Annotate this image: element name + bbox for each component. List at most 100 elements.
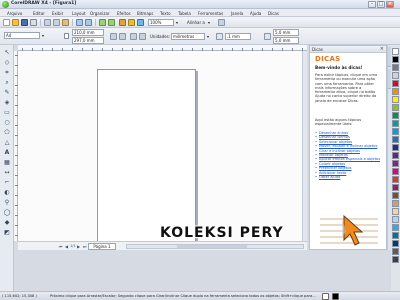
basic-shapes-tool-icon[interactable]: △ (3, 139, 11, 147)
zoom-tool-icon[interactable]: ⌕ (3, 79, 11, 87)
color-swatch[interactable] (392, 168, 399, 175)
paper-size-dropdown-icon[interactable]: ▾ (42, 33, 44, 38)
zoom-dropdown-icon[interactable]: ▾ (176, 20, 178, 25)
menu-organizar[interactable]: Organizar (90, 11, 110, 16)
duplicate-y-field[interactable]: 5,0 mm (273, 37, 299, 44)
topic-link[interactable]: Obter ajuda (315, 175, 383, 180)
menu-arquivo[interactable]: Arquivo (7, 11, 22, 16)
menu-ajuda[interactable]: Ajuda (250, 11, 261, 16)
color-swatch[interactable] (392, 72, 399, 79)
color-swatch[interactable] (392, 144, 399, 151)
color-swatch[interactable] (392, 216, 399, 223)
freehand-tool-icon[interactable]: ✎ (3, 89, 11, 97)
document-page[interactable] (97, 69, 196, 241)
print-icon[interactable] (30, 19, 37, 26)
nudge-distance-field[interactable]: .1 mm (225, 33, 251, 40)
landscape-icon[interactable] (119, 33, 126, 40)
color-swatch[interactable] (392, 200, 399, 207)
color-swatch[interactable] (392, 184, 399, 191)
current-page-icon[interactable] (139, 33, 146, 40)
outline-indicator-icon[interactable] (332, 293, 339, 300)
corel-online-icon[interactable] (137, 19, 144, 26)
all-pages-icon[interactable] (130, 33, 137, 40)
first-page-icon[interactable]: ⏮ (58, 244, 63, 249)
menu-efeitos[interactable]: Efeitos (117, 11, 131, 16)
scroll-thumb[interactable] (177, 245, 247, 248)
units-dropdown-icon[interactable]: ▾ (207, 34, 209, 39)
portrait-icon[interactable] (110, 33, 117, 40)
color-swatch[interactable] (392, 48, 399, 55)
table-tool-icon[interactable]: ▦ (3, 159, 11, 167)
cut-icon[interactable] (44, 19, 51, 26)
application-launcher-icon[interactable] (119, 19, 126, 26)
snap-dropdown-icon[interactable]: ▾ (208, 20, 210, 25)
prev-page-icon[interactable]: ◀ (64, 244, 69, 249)
page-tab[interactable]: Página 1 (88, 243, 116, 250)
undo-icon[interactable] (76, 19, 83, 26)
smart-fill-tool-icon[interactable]: ◈ (3, 99, 11, 107)
menu-janela[interactable]: Janela (231, 11, 243, 16)
color-swatch[interactable] (392, 160, 399, 167)
menu-texto[interactable]: Texto (160, 11, 171, 16)
color-swatch[interactable] (392, 192, 399, 199)
vertical-scrollbar[interactable] (302, 51, 307, 241)
welcome-screen-icon[interactable] (128, 19, 135, 26)
last-page-icon[interactable]: ⏭ (82, 244, 87, 249)
page-width-field[interactable]: 210,0 mm (72, 29, 104, 36)
color-swatch[interactable] (392, 56, 399, 63)
save-icon[interactable] (21, 19, 28, 26)
menu-ferramentas[interactable]: Ferramentas (198, 11, 223, 16)
horizontal-scrollbar[interactable] (126, 244, 304, 249)
paper-size-field[interactable]: A4 (4, 32, 40, 39)
eyedropper-tool-icon[interactable]: ⚲ (3, 199, 11, 207)
snap-to-label[interactable]: Alinhar a (187, 20, 205, 25)
color-swatch[interactable] (392, 232, 399, 239)
color-swatch[interactable] (392, 88, 399, 95)
color-swatch[interactable] (392, 64, 399, 71)
pick-tool-icon[interactable]: ↖ (3, 49, 11, 57)
color-swatch[interactable] (392, 176, 399, 183)
open-folder-icon[interactable] (12, 19, 19, 26)
shape-tool-icon[interactable]: ◇ (3, 59, 11, 67)
polygon-tool-icon[interactable]: ⬠ (3, 129, 11, 137)
options-icon[interactable] (218, 19, 225, 26)
interactive-fill-tool-icon[interactable]: ◩ (3, 229, 11, 237)
menu-dicas[interactable]: Dicas (268, 11, 279, 16)
color-swatch[interactable] (392, 224, 399, 231)
menu-layout[interactable]: Layout (72, 11, 86, 16)
units-field[interactable]: milímetros (171, 33, 205, 40)
color-swatch[interactable] (392, 96, 399, 103)
outline-tool-icon[interactable]: ◯ (3, 209, 11, 217)
color-swatch[interactable] (392, 104, 399, 111)
dimension-tool-icon[interactable]: ↔ (3, 169, 11, 177)
docker-close-icon[interactable]: × (380, 46, 384, 52)
close-icon[interactable]: × (386, 1, 394, 8)
zoom-level-field[interactable]: 100% (148, 19, 174, 26)
text-tool-icon[interactable]: A (3, 149, 11, 157)
crop-tool-icon[interactable]: ⌗ (3, 69, 11, 77)
menu-exibir[interactable]: Exibir (52, 11, 63, 16)
color-swatch[interactable] (392, 152, 399, 159)
color-swatch[interactable] (392, 136, 399, 143)
fill-tool-icon[interactable]: ◆ (3, 219, 11, 227)
color-swatch[interactable] (392, 248, 399, 255)
color-swatch[interactable] (392, 128, 399, 135)
menu-editar[interactable]: Editar (33, 11, 45, 16)
color-swatch[interactable] (392, 112, 399, 119)
import-icon[interactable] (99, 19, 106, 26)
export-icon[interactable] (108, 19, 115, 26)
menu-tabela[interactable]: Tabela (178, 11, 191, 16)
copy-icon[interactable] (53, 19, 60, 26)
connector-tool-icon[interactable]: ⌐ (3, 179, 11, 187)
drawing-canvas[interactable] (18, 51, 307, 241)
color-swatch[interactable] (392, 256, 399, 263)
duplicate-x-field[interactable]: 5,0 mm (273, 29, 299, 36)
paste-icon[interactable] (62, 19, 69, 26)
new-document-icon[interactable] (3, 19, 10, 26)
maximize-icon[interactable]: □ (377, 1, 385, 8)
color-swatch[interactable] (392, 120, 399, 127)
next-page-icon[interactable]: ▶ (76, 244, 81, 249)
page-height-field[interactable]: 297,0 mm (72, 37, 104, 44)
ellipse-tool-icon[interactable]: ○ (3, 119, 11, 127)
menu-bitmaps[interactable]: Bitmaps (137, 11, 153, 16)
